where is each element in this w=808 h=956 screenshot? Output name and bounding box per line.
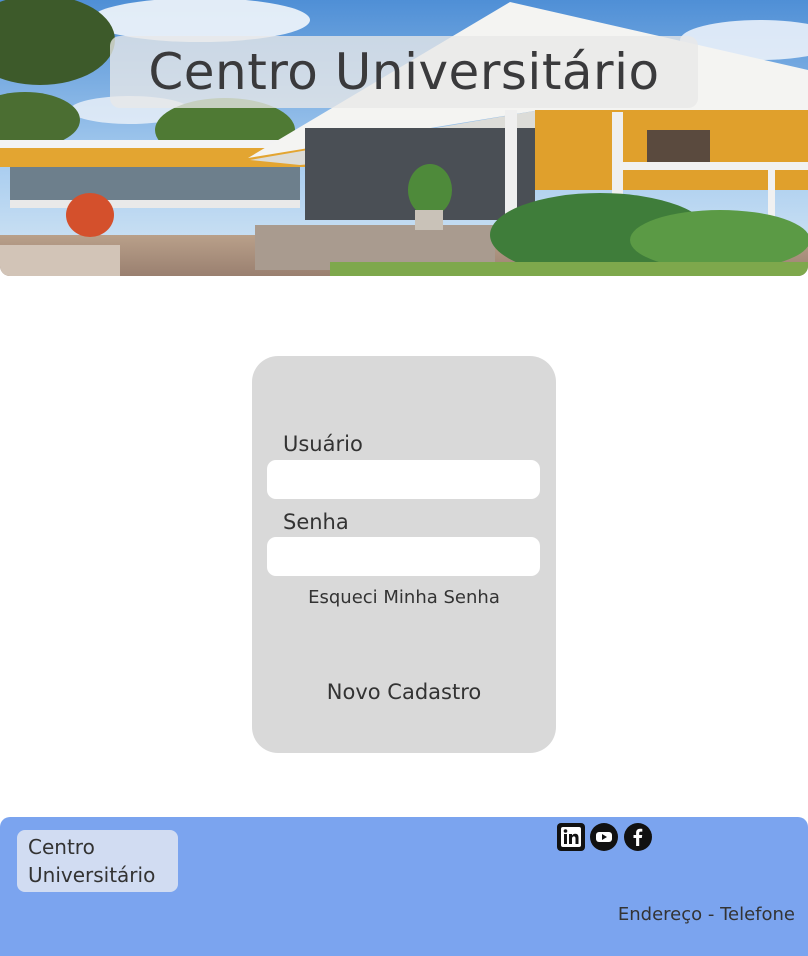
footer: Centro Universitário Endereço - Telefone (0, 817, 808, 956)
password-label: Senha (283, 510, 349, 534)
footer-brand-line2: Universitário (28, 863, 156, 887)
youtube-icon[interactable] (590, 823, 618, 851)
login-card: Usuário Senha Esqueci Minha Senha Novo C… (252, 356, 556, 753)
page: Centro Universitário Usuário Senha Esque… (0, 0, 808, 956)
hero-title-box: Centro Universitário (110, 36, 698, 108)
facebook-icon[interactable] (624, 823, 652, 851)
username-label: Usuário (283, 432, 363, 456)
forgot-password-link[interactable]: Esqueci Minha Senha (252, 587, 556, 608)
footer-contact: Endereço - Telefone (617, 904, 795, 925)
new-signup-link[interactable]: Novo Cadastro (252, 680, 556, 704)
page-title: Centro Universitário (148, 43, 660, 101)
password-input[interactable] (267, 537, 540, 576)
footer-brand: Centro Universitário (17, 830, 178, 892)
hero-banner: Centro Universitário (0, 0, 808, 276)
username-input[interactable] (267, 460, 540, 499)
footer-brand-line1: Centro (28, 835, 95, 859)
linkedin-icon[interactable] (557, 823, 585, 851)
